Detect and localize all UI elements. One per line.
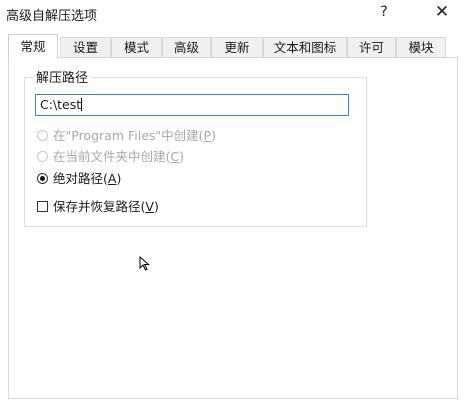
option-save-restore-suffix: ) [153,199,159,214]
checkbox-save-restore-path[interactable] [37,201,48,212]
tab-license[interactable]: 许可 [347,37,396,57]
option-absolute-path-label: 绝对路径( [53,171,108,186]
tab-update[interactable]: 更新 [211,37,263,57]
title-bar[interactable]: 高级自解压选项 ? ✕ [0,0,467,30]
option-save-restore-path[interactable]: 保存并恢复路径(V) [37,198,159,216]
tab-strip: 常规 设置 模式 高级 更新 文本和图标 许可 模块 [8,34,458,59]
text-caret [81,98,83,111]
radio-absolute-path[interactable] [37,173,48,184]
option-create-in-current-folder[interactable]: 在当前文件夹中创建(C) [37,148,184,166]
window-title: 高级自解压选项 [6,9,98,24]
help-button[interactable]: ? [369,0,399,26]
option-current-folder-suffix: ) [179,149,185,164]
option-program-files-hotkey: P [203,128,212,143]
extract-path-group-title: 解压路径 [33,67,92,86]
extract-path-value: C:\test [40,97,82,112]
radio-program-files[interactable] [37,130,48,141]
option-save-restore-hotkey: V [145,199,154,214]
tab-mode[interactable]: 模式 [111,37,162,57]
option-current-folder-label: 在当前文件夹中创建( [53,149,171,164]
option-program-files-suffix: ) [211,128,216,143]
option-program-files-label: 在"Program Files"中创建( [53,128,204,143]
radio-current-folder[interactable] [37,151,48,162]
tab-modules[interactable]: 模块 [396,37,446,57]
tab-settings[interactable]: 设置 [60,37,111,57]
tab-advanced[interactable]: 高级 [162,37,211,57]
extract-path-input[interactable]: C:\test [35,94,349,116]
sfx-options-dialog: 高级自解压选项 ? ✕ 常规 设置 模式 高级 更新 文本和图标 许可 模块 解… [0,0,467,407]
option-create-in-program-files[interactable]: 在"Program Files"中创建(P) [37,127,216,145]
tab-text-and-icon[interactable]: 文本和图标 [263,37,347,57]
arrow-cursor-icon [139,256,150,271]
option-current-folder-hotkey: C [170,149,180,164]
tab-general[interactable]: 常规 [8,34,58,59]
close-button[interactable]: ✕ [427,0,457,26]
option-save-restore-label: 保存并恢复路径( [53,199,146,214]
option-absolute-path[interactable]: 绝对路径(A) [37,170,121,188]
option-absolute-path-suffix: ) [116,171,122,186]
